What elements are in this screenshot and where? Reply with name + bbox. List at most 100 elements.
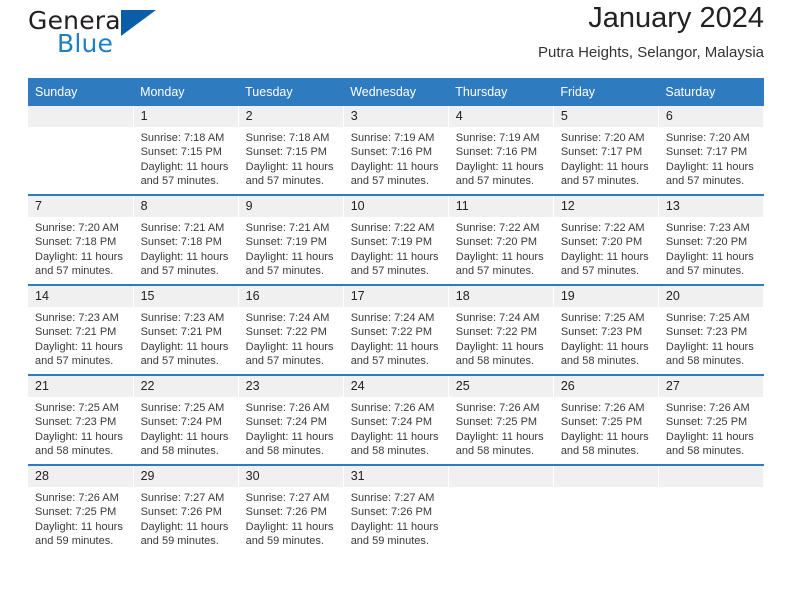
day-cell[interactable]: 25 Sunrise: 7:26 AM Sunset: 7:25 PM Dayl… [448, 374, 554, 465]
day-details: Sunrise: 7:19 AM Sunset: 7:16 PM Dayligh… [449, 127, 553, 188]
day-cell[interactable]: 18 Sunrise: 7:24 AM Sunset: 7:22 PM Dayl… [448, 284, 554, 375]
day-cell[interactable]: 5 Sunrise: 7:20 AM Sunset: 7:17 PM Dayli… [553, 106, 659, 195]
sunset-text: Sunset: 7:22 PM [245, 326, 327, 339]
day-cell[interactable]: 17 Sunrise: 7:24 AM Sunset: 7:22 PM Dayl… [343, 284, 449, 375]
day-cell[interactable]: 11 Sunrise: 7:22 AM Sunset: 7:20 PM Dayl… [448, 194, 554, 285]
day-details: Sunrise: 7:20 AM Sunset: 7:18 PM Dayligh… [28, 217, 133, 278]
daylight-text: Daylight: 11 hours and 57 minutes. [350, 250, 439, 277]
page-subtitle: Putra Heights, Selangor, Malaysia [538, 44, 764, 62]
day-details: Sunrise: 7:25 AM Sunset: 7:24 PM Dayligh… [134, 397, 238, 458]
daylight-text: Daylight: 11 hours and 58 minutes. [140, 430, 229, 457]
day-cell[interactable]: 30 Sunrise: 7:27 AM Sunset: 7:26 PM Dayl… [238, 464, 344, 554]
day-cell[interactable]: 12 Sunrise: 7:22 AM Sunset: 7:20 PM Dayl… [553, 194, 659, 285]
daylight-text: Daylight: 11 hours and 58 minutes. [350, 430, 439, 457]
daylight-text: Daylight: 11 hours and 58 minutes. [245, 430, 334, 457]
sunset-text: Sunset: 7:16 PM [455, 146, 538, 159]
sunrise-text: Sunrise: 7:23 AM [35, 312, 119, 324]
sunset-text: Sunset: 7:15 PM [140, 146, 222, 159]
day-cell[interactable]: 10 Sunrise: 7:22 AM Sunset: 7:19 PM Dayl… [343, 194, 449, 285]
day-cell[interactable]: 6 Sunrise: 7:20 AM Sunset: 7:17 PM Dayli… [658, 106, 765, 195]
general-blue-logo[interactable]: General Blue [28, 6, 228, 62]
daylight-text: Daylight: 11 hours and 57 minutes. [245, 340, 334, 367]
sunset-text: Sunset: 7:17 PM [560, 146, 643, 159]
day-details: Sunrise: 7:25 AM Sunset: 7:23 PM Dayligh… [28, 397, 133, 458]
day-number: 30 [238, 466, 343, 487]
page-header: General Blue January 2024 Putra Heights,… [28, 0, 764, 72]
daylight-text: Daylight: 11 hours and 57 minutes. [35, 250, 123, 277]
day-cell[interactable]: 4 Sunrise: 7:19 AM Sunset: 7:16 PM Dayli… [448, 106, 554, 195]
daylight-text: Daylight: 11 hours and 57 minutes. [350, 340, 439, 367]
day-number: 21 [28, 376, 133, 397]
day-cell[interactable] [448, 464, 554, 554]
week-row: 14 Sunrise: 7:23 AM Sunset: 7:21 PM Dayl… [28, 284, 765, 375]
sunset-text: Sunset: 7:22 PM [350, 326, 433, 339]
day-cell[interactable]: 16 Sunrise: 7:24 AM Sunset: 7:22 PM Dayl… [238, 284, 344, 375]
sunset-text: Sunset: 7:15 PM [245, 146, 327, 159]
sunrise-text: Sunrise: 7:26 AM [35, 492, 119, 504]
day-cell[interactable]: 24 Sunrise: 7:26 AM Sunset: 7:24 PM Dayl… [343, 374, 449, 465]
sunrise-text: Sunrise: 7:25 AM [140, 402, 225, 414]
day-cell[interactable]: 27 Sunrise: 7:26 AM Sunset: 7:25 PM Dayl… [658, 374, 765, 465]
logo-text-blue: Blue [57, 29, 114, 58]
day-cell[interactable]: 20 Sunrise: 7:25 AM Sunset: 7:23 PM Dayl… [658, 284, 765, 375]
day-number [658, 466, 763, 487]
day-number: 8 [133, 196, 238, 217]
day-number: 23 [238, 376, 343, 397]
sunrise-text: Sunrise: 7:25 AM [35, 402, 119, 414]
day-cell[interactable] [553, 464, 659, 554]
day-cell[interactable]: 21 Sunrise: 7:25 AM Sunset: 7:23 PM Dayl… [28, 374, 134, 465]
sunrise-text: Sunrise: 7:26 AM [455, 402, 540, 414]
page-title: January 2024 [588, 2, 764, 34]
day-cell[interactable]: 26 Sunrise: 7:26 AM Sunset: 7:25 PM Dayl… [553, 374, 659, 465]
day-number: 11 [448, 196, 553, 217]
day-cell[interactable]: 15 Sunrise: 7:23 AM Sunset: 7:21 PM Dayl… [133, 284, 239, 375]
day-cell[interactable] [658, 464, 765, 554]
day-cell[interactable]: 29 Sunrise: 7:27 AM Sunset: 7:26 PM Dayl… [133, 464, 239, 554]
day-cell[interactable]: 19 Sunrise: 7:25 AM Sunset: 7:23 PM Dayl… [553, 284, 659, 375]
sunrise-text: Sunrise: 7:26 AM [665, 402, 750, 414]
day-cell[interactable]: 23 Sunrise: 7:26 AM Sunset: 7:24 PM Dayl… [238, 374, 344, 465]
day-cell[interactable]: 14 Sunrise: 7:23 AM Sunset: 7:21 PM Dayl… [28, 284, 134, 375]
day-number [448, 466, 553, 487]
day-number: 25 [448, 376, 553, 397]
sunset-text: Sunset: 7:26 PM [140, 506, 222, 519]
day-number: 13 [658, 196, 763, 217]
day-details [659, 487, 763, 491]
day-cell[interactable]: 13 Sunrise: 7:23 AM Sunset: 7:20 PM Dayl… [658, 194, 765, 285]
daylight-text: Daylight: 11 hours and 58 minutes. [455, 340, 544, 367]
day-details: Sunrise: 7:24 AM Sunset: 7:22 PM Dayligh… [344, 307, 448, 368]
day-details: Sunrise: 7:22 AM Sunset: 7:20 PM Dayligh… [554, 217, 658, 278]
daylight-text: Daylight: 11 hours and 58 minutes. [455, 430, 544, 457]
daylight-text: Daylight: 11 hours and 58 minutes. [665, 340, 754, 367]
sunset-text: Sunset: 7:16 PM [350, 146, 433, 159]
day-cell[interactable]: 1 Sunrise: 7:18 AM Sunset: 7:15 PM Dayli… [133, 106, 239, 195]
day-details: Sunrise: 7:22 AM Sunset: 7:19 PM Dayligh… [344, 217, 448, 278]
day-cell[interactable]: 3 Sunrise: 7:19 AM Sunset: 7:16 PM Dayli… [343, 106, 449, 195]
day-cell[interactable]: 7 Sunrise: 7:20 AM Sunset: 7:18 PM Dayli… [28, 194, 134, 285]
day-number: 12 [553, 196, 658, 217]
day-number: 7 [28, 196, 133, 217]
day-number: 16 [238, 286, 343, 307]
day-cell[interactable]: 8 Sunrise: 7:21 AM Sunset: 7:18 PM Dayli… [133, 194, 239, 285]
day-details: Sunrise: 7:18 AM Sunset: 7:15 PM Dayligh… [239, 127, 343, 188]
day-number: 9 [238, 196, 343, 217]
day-cell[interactable]: 9 Sunrise: 7:21 AM Sunset: 7:19 PM Dayli… [238, 194, 344, 285]
sunset-text: Sunset: 7:19 PM [245, 236, 327, 249]
day-cell[interactable]: 28 Sunrise: 7:26 AM Sunset: 7:25 PM Dayl… [28, 464, 134, 554]
day-details: Sunrise: 7:26 AM Sunset: 7:25 PM Dayligh… [449, 397, 553, 458]
sunrise-text: Sunrise: 7:24 AM [455, 312, 540, 324]
day-details [449, 487, 553, 491]
daylight-text: Daylight: 11 hours and 59 minutes. [140, 520, 229, 547]
sunrise-text: Sunrise: 7:27 AM [140, 492, 225, 504]
day-cell[interactable]: 22 Sunrise: 7:25 AM Sunset: 7:24 PM Dayl… [133, 374, 239, 465]
sunset-text: Sunset: 7:20 PM [560, 236, 643, 249]
day-details: Sunrise: 7:27 AM Sunset: 7:26 PM Dayligh… [134, 487, 238, 548]
sunrise-text: Sunrise: 7:22 AM [455, 222, 540, 234]
day-cell[interactable]: 31 Sunrise: 7:27 AM Sunset: 7:26 PM Dayl… [343, 464, 449, 554]
day-cell[interactable]: 2 Sunrise: 7:18 AM Sunset: 7:15 PM Dayli… [238, 106, 344, 195]
day-number: 29 [133, 466, 238, 487]
day-cell[interactable] [28, 106, 134, 195]
sunrise-text: Sunrise: 7:23 AM [665, 222, 750, 234]
sunrise-text: Sunrise: 7:26 AM [350, 402, 435, 414]
sunrise-text: Sunrise: 7:26 AM [245, 402, 330, 414]
